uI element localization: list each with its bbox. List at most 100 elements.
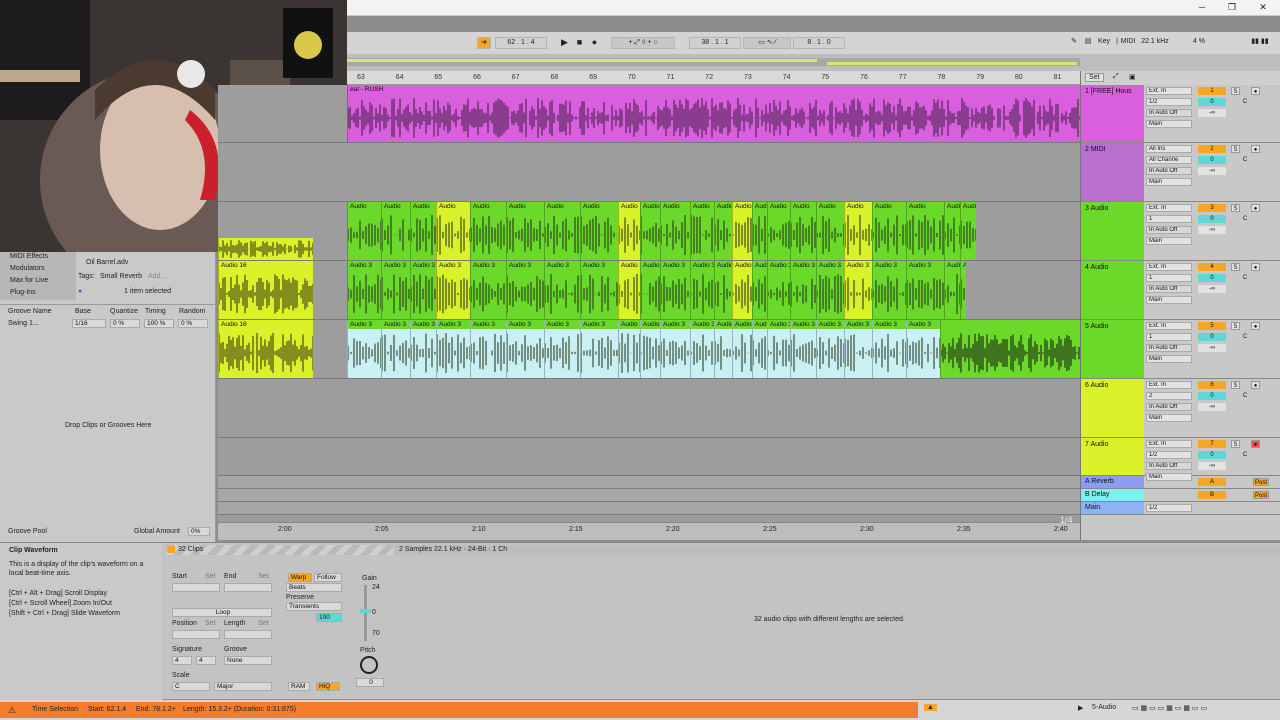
peak-level[interactable]: -∞: [1198, 226, 1226, 234]
set-button[interactable]: Set: [1085, 73, 1104, 82]
audio-clip[interactable]: Audio: [544, 202, 580, 260]
arm-button[interactable]: ●: [1251, 381, 1260, 389]
audio-clip[interactable]: Audio 3: [544, 261, 580, 319]
track-activator[interactable]: 4: [1198, 263, 1226, 271]
draw-mode-icon[interactable]: ✎: [1069, 37, 1079, 49]
monitor-switch[interactable]: In Auto Off: [1146, 462, 1192, 470]
scale-root-select[interactable]: C: [172, 682, 210, 691]
arm-button[interactable]: ●: [1251, 87, 1260, 95]
output-select[interactable]: Main: [1146, 178, 1192, 186]
audio-clip[interactable]: Audio: [690, 202, 714, 260]
audio-clip[interactable]: Audio: [906, 202, 944, 260]
transient-envelope-field[interactable]: 100: [316, 613, 342, 622]
input-type-select[interactable]: Ext. In: [1146, 440, 1192, 448]
audio-clip[interactable]: Audio: [844, 202, 872, 260]
automation-controls[interactable]: + ⤢ ◊ + ○: [611, 37, 675, 49]
scale-mode-select[interactable]: Major: [214, 682, 272, 691]
input-channel-select[interactable]: 1/2: [1146, 451, 1192, 459]
audio-clip[interactable]: Audio: [470, 202, 506, 260]
audio-clip[interactable]: Audio: [732, 202, 752, 260]
audio-clip[interactable]: Audio: [960, 202, 976, 260]
return-lane[interactable]: [218, 502, 1080, 515]
arm-button[interactable]: ●: [1251, 440, 1260, 448]
peak-level[interactable]: -∞: [1198, 403, 1226, 411]
audio-clip[interactable]: Audio 3: [790, 261, 816, 319]
monitor-switch[interactable]: In Auto Off: [1146, 226, 1192, 234]
audio-clip[interactable]: Audio 16: [218, 320, 313, 378]
length-set-button[interactable]: Set: [258, 620, 269, 627]
position-field[interactable]: [172, 630, 220, 639]
volume-field[interactable]: 0: [1198, 274, 1226, 282]
audio-clip[interactable]: Audio: [767, 202, 790, 260]
track-name[interactable]: 6 Audio: [1081, 379, 1144, 437]
audio-clip[interactable]: Audio: [347, 202, 381, 260]
preserve-select[interactable]: Transients: [286, 602, 342, 611]
monitor-switch[interactable]: In Auto Off: [1146, 167, 1192, 175]
volume-field[interactable]: 0: [1198, 451, 1226, 459]
input-type-select[interactable]: Ext. In: [1146, 263, 1192, 271]
audio-clip[interactable]: Audio: [816, 202, 844, 260]
return-activator[interactable]: B: [1198, 491, 1226, 499]
audio-clip[interactable]: Audio: [410, 202, 436, 260]
audio-clip[interactable]: Audio 3: [732, 320, 752, 378]
audio-clip[interactable]: Audio 3: [618, 261, 640, 319]
groove-select[interactable]: None: [224, 656, 272, 665]
track-lane[interactable]: Audio Audio Audio Audio Audio Audio Audio Audio…: [218, 202, 1080, 261]
arrangement-view[interactable]: eat - RUSH Audio Audio Audio Audio Audio Audio…: [218, 85, 1080, 540]
input-type-select[interactable]: Ext. In: [1146, 204, 1192, 212]
audio-clip[interactable]: Audio 3: [640, 320, 660, 378]
input-channel-select[interactable]: 1: [1146, 333, 1192, 341]
time-ruler[interactable]: 2:00 2:05 2:10 2:15 2:20 2:25 2:30 2:35 2:40 1/4: [218, 515, 1080, 540]
audio-clip[interactable]: Audio 3: [960, 261, 966, 319]
ram-button[interactable]: RAM: [288, 682, 310, 691]
audio-clip[interactable]: Audio 3: [618, 320, 640, 378]
track-lane[interactable]: Audio 16 Audio 3 Audio 3 Audio 3 Audio 3 Audi…: [218, 261, 1080, 320]
return-lane[interactable]: [218, 489, 1080, 502]
keyboard-icon[interactable]: ▤: [1083, 37, 1093, 49]
audio-clip[interactable]: Audio 3: [732, 261, 752, 319]
audio-clip[interactable]: Audio 3: [690, 320, 714, 378]
audio-clip[interactable]: Audio 3: [872, 261, 906, 319]
input-type-select[interactable]: All Ins: [1146, 145, 1192, 153]
pan-field[interactable]: C: [1231, 215, 1259, 223]
midi-map-button[interactable]: MIDI: [1119, 37, 1137, 49]
post-button[interactable]: Post: [1253, 478, 1269, 486]
solo-button[interactable]: S: [1231, 322, 1240, 330]
follow-button[interactable]: Follow: [314, 573, 342, 582]
input-type-select[interactable]: Ext. In: [1146, 87, 1192, 95]
audio-clip[interactable]: Audio 3: [690, 261, 714, 319]
signature-denominator[interactable]: 4: [196, 656, 216, 665]
audio-clip[interactable]: Audio 3: [767, 320, 790, 378]
solo-button[interactable]: S: [1231, 87, 1240, 95]
gain-slider[interactable]: [364, 585, 367, 641]
start-set-button[interactable]: Set: [205, 573, 216, 580]
arrangement-position-field[interactable]: 38 . 1 . 1: [689, 37, 741, 49]
arrangement-overview[interactable]: [347, 54, 1280, 71]
end-set-button[interactable]: Set: [258, 573, 269, 580]
track-lane[interactable]: Audio 16 Audio 3 Audio 3 Audio 3 Audio 3 Audi…: [218, 320, 1080, 379]
audio-clip[interactable]: Audio 3: [470, 261, 506, 319]
track-name[interactable]: 1 [FREE] Hous: [1081, 85, 1144, 142]
status-play-icon[interactable]: ▶: [1078, 704, 1083, 712]
audio-clip[interactable]: Audio: [618, 202, 640, 260]
lock-icon[interactable]: ▣: [1129, 73, 1136, 81]
play-icon[interactable]: ▶: [559, 37, 570, 49]
track-activator[interactable]: 2: [1198, 145, 1226, 153]
output-select[interactable]: Main: [1146, 237, 1192, 245]
global-amount-field[interactable]: 0%: [188, 527, 210, 536]
position-set-button[interactable]: Set: [205, 620, 216, 627]
track-activator[interactable]: 5: [1198, 322, 1226, 330]
input-channel-select[interactable]: All Channe: [1146, 156, 1192, 164]
hiq-button[interactable]: HiQ: [316, 682, 340, 691]
minimize-button[interactable]: ─: [1194, 1, 1210, 14]
loop-punch-controls[interactable]: ▭ ∿ ∕: [743, 37, 791, 49]
track-activator[interactable]: 1: [1198, 87, 1226, 95]
peak-level[interactable]: -∞: [1198, 109, 1226, 117]
audio-clip[interactable]: Audio 3: [436, 261, 470, 319]
volume-field[interactable]: 0: [1198, 215, 1226, 223]
solo-button[interactable]: S: [1231, 263, 1240, 271]
end-field[interactable]: [224, 583, 272, 592]
audio-clip[interactable]: Audio 3: [844, 261, 872, 319]
pitch-knob[interactable]: [360, 656, 378, 674]
peak-level[interactable]: -∞: [1198, 344, 1226, 352]
